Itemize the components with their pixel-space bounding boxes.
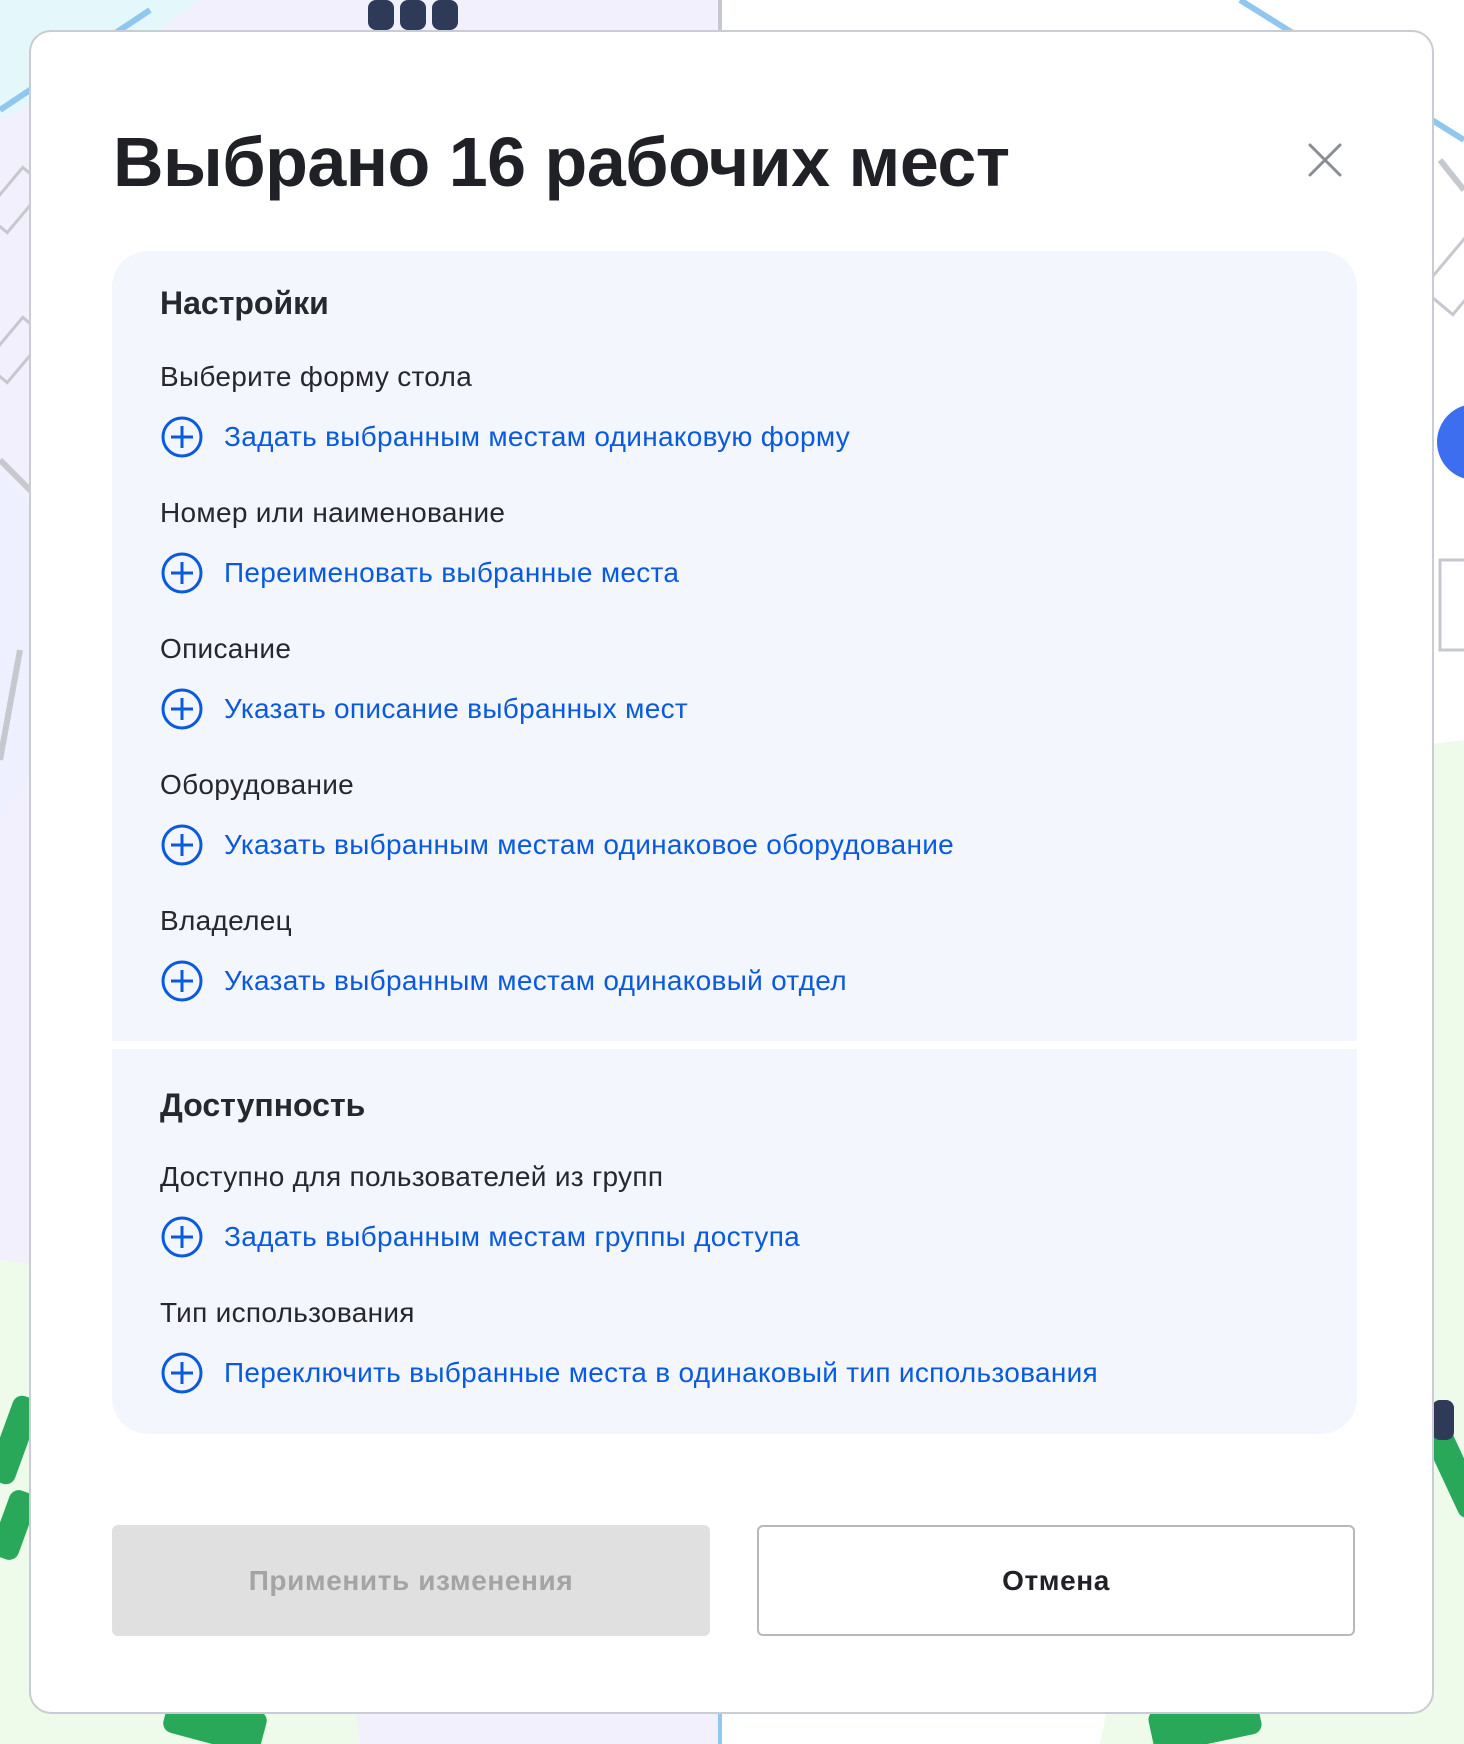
name-field: Номер или наименование Переименовать выб… — [160, 497, 679, 594]
usage-type-label: Тип использования — [160, 1297, 415, 1328]
set-same-shape-button[interactable]: Задать выбранным местам одинаковую форму — [160, 415, 850, 459]
rename-selected-label: Переименовать выбранные места — [224, 557, 680, 588]
usage-type-field: Тип использования Переключить выбранные … — [160, 1297, 1098, 1394]
table-shape-field: Выберите форму стола Задать выбранным ме… — [160, 361, 850, 458]
switch-usage-type-button[interactable]: Переключить выбранные места в одинаковый… — [160, 1351, 1098, 1395]
dialog-title: Выбрано 16 рабочих мест — [113, 123, 1010, 201]
close-button[interactable] — [1295, 130, 1355, 190]
description-label: Описание — [160, 633, 292, 664]
plus-circle-icon — [161, 960, 203, 1002]
rename-selected-button[interactable]: Переименовать выбранные места — [160, 551, 679, 595]
set-description-button[interactable]: Указать описание выбранных мест — [160, 687, 688, 731]
access-groups-label: Доступно для пользователей из групп — [160, 1161, 664, 1192]
plus-circle-icon — [161, 416, 203, 458]
close-icon — [1308, 143, 1342, 177]
plus-circle-icon — [161, 824, 203, 866]
plus-circle-icon — [161, 1216, 203, 1258]
plus-circle-icon — [161, 552, 203, 594]
cancel-button[interactable]: Отмена — [757, 1525, 1355, 1636]
settings-panel: Настройки Выберите форму стола Задать вы… — [112, 251, 1357, 1041]
set-description-label: Указать описание выбранных мест — [224, 693, 688, 724]
switch-usage-type-label: Переключить выбранные места в одинаковый… — [224, 1357, 1098, 1388]
plus-circle-icon — [161, 688, 203, 730]
access-groups-field: Доступно для пользователей из групп Зада… — [160, 1161, 800, 1258]
set-access-groups-label: Задать выбранным местам группы доступа — [224, 1221, 801, 1252]
set-same-department-label: Указать выбранным местам одинаковый отде… — [224, 965, 847, 996]
access-heading: Доступность — [160, 1087, 366, 1123]
equipment-field: Оборудование Указать выбранным местам од… — [160, 769, 954, 866]
table-shape-label: Выберите форму стола — [160, 361, 473, 392]
set-same-shape-label: Задать выбранным местам одинаковую форму — [224, 421, 851, 452]
bulk-edit-dialog: Выбрано 16 рабочих мест Настройки Выбери… — [29, 30, 1434, 1714]
name-label: Номер или наименование — [160, 497, 506, 528]
set-access-groups-button[interactable]: Задать выбранным местам группы доступа — [160, 1215, 800, 1259]
settings-heading: Настройки — [160, 285, 329, 321]
apply-changes-button[interactable]: Применить изменения — [112, 1525, 710, 1636]
owner-field: Владелец Указать выбранным местам одинак… — [160, 905, 847, 1002]
plus-circle-icon — [161, 1352, 203, 1394]
set-same-department-button[interactable]: Указать выбранным местам одинаковый отде… — [160, 959, 847, 1003]
set-same-equipment-label: Указать выбранным местам одинаковое обор… — [224, 829, 955, 860]
owner-label: Владелец — [160, 905, 292, 936]
equipment-label: Оборудование — [160, 769, 355, 800]
set-same-equipment-button[interactable]: Указать выбранным местам одинаковое обор… — [160, 823, 954, 867]
access-panel: Доступность Доступно для пользователей и… — [112, 1049, 1357, 1434]
description-field: Описание Указать описание выбранных мест — [160, 633, 688, 730]
